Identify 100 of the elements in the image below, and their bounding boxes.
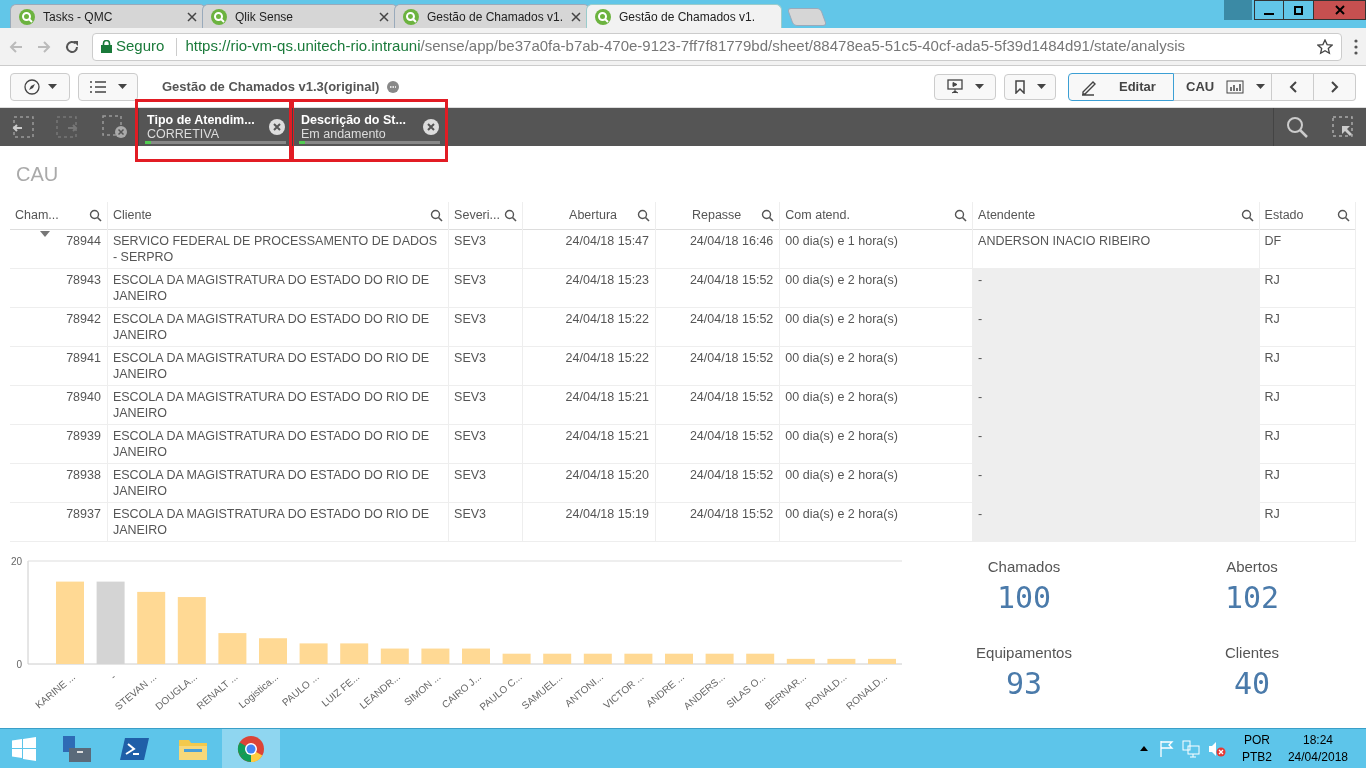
column-header[interactable]: Repasse [661, 205, 758, 225]
table-cell: 24/04/18 15:47 [565, 233, 650, 248]
qlik-icon [211, 8, 227, 25]
next-sheet-button[interactable] [1314, 72, 1356, 101]
minimize-button[interactable] [1254, 0, 1284, 20]
table-cell: ESCOLA DA MAGISTRATURA DO ESTADO DO RIO DE JANEIRO [112, 389, 430, 420]
table-cell: ESCOLA DA MAGISTRATURA DO ESTADO DO RIO DE JANEIRO [112, 350, 430, 381]
column-header[interactable]: Cliente [112, 205, 427, 225]
chrome-icon [237, 734, 265, 763]
windows-icon [12, 736, 36, 761]
table-cell: 78942 [66, 311, 101, 326]
network-icon[interactable] [1181, 739, 1200, 758]
table-cell: 24/04/18 15:52 [689, 467, 774, 482]
table-cell: - [978, 350, 983, 365]
table-cell: SEV3 [454, 233, 487, 248]
table-cell: 24/04/18 15:21 [565, 428, 650, 443]
close-icon[interactable] [571, 11, 581, 22]
clear-icon[interactable] [422, 118, 440, 136]
search-icon[interactable] [503, 208, 517, 222]
selection-field: Tipo de Atendim... [147, 113, 268, 127]
column-header[interactable]: Cham... [15, 205, 85, 225]
step-forward-icon[interactable] [56, 116, 80, 138]
table-cell: SEV3 [454, 467, 487, 482]
column-header[interactable]: Com atend. [785, 205, 951, 225]
show-hidden-icons[interactable] [1139, 746, 1148, 751]
column-header[interactable]: Atendente [978, 205, 1237, 225]
star-icon[interactable] [1317, 38, 1333, 55]
close-icon[interactable] [379, 11, 389, 22]
table-cell: 78944 [66, 233, 101, 248]
table-cell: 24/04/18 15:52 [689, 350, 774, 365]
search-icon[interactable] [1240, 208, 1254, 222]
search-icon[interactable] [954, 208, 968, 222]
table-cell: 78943 [66, 272, 101, 287]
clock-date[interactable]: 24/04/2018 [1287, 748, 1348, 766]
table-cell: 24/04/18 15:52 [689, 389, 774, 404]
keyboard-layout[interactable]: PTB2 [1241, 748, 1272, 766]
table-cell: - [978, 311, 983, 326]
sheet-title: CAU [16, 162, 59, 187]
kpi-value: 93 [1005, 664, 1043, 703]
browser-tab[interactable]: Gestão de Chamados v1. [586, 4, 782, 28]
selection-chip[interactable]: Tipo de Atendim... CORRETIVA [138, 108, 292, 146]
table-cell: 00 dia(s) e 2 hora(s) [785, 272, 898, 287]
search-icon[interactable] [761, 208, 775, 222]
previous-sheet-button[interactable] [1272, 72, 1314, 101]
kpi-value: 40 [1233, 664, 1271, 703]
restore-button[interactable] [1284, 0, 1314, 20]
close-window-button[interactable] [1314, 0, 1366, 20]
forward-icon[interactable] [36, 38, 52, 55]
caret-icon [974, 84, 984, 89]
selection-chip[interactable]: Descrição do St... Em andamento [292, 108, 446, 146]
caret-icon [1256, 84, 1266, 89]
table-cell: - [978, 506, 983, 521]
bookmark-button[interactable] [1004, 73, 1056, 100]
table-cell: - [978, 428, 983, 443]
table-cell: 24/04/18 15:52 [689, 272, 774, 287]
close-icon[interactable] [187, 11, 197, 22]
taskbar-item[interactable] [222, 728, 280, 768]
edit-button[interactable]: Editar [1068, 72, 1174, 101]
table-cell: RJ [1264, 389, 1280, 404]
chevron-right-icon [1330, 80, 1339, 93]
table-cell: 78938 [66, 467, 101, 482]
search-icon[interactable] [1286, 116, 1308, 138]
language-indicator[interactable]: POR [1243, 731, 1270, 749]
axis-label: 20 [10, 556, 22, 567]
table-cell: 00 dia(s) e 1 hora(s) [785, 233, 898, 248]
column-header[interactable]: Estado [1264, 205, 1333, 225]
table-cell: 24/04/18 15:52 [689, 311, 774, 326]
axis-label: 0 [16, 659, 22, 670]
step-back-icon[interactable] [10, 116, 34, 138]
compass-icon [23, 78, 40, 95]
clear-icon[interactable] [268, 118, 286, 136]
clear-selections-icon[interactable] [102, 115, 128, 139]
selection-value: Em andamento [301, 127, 387, 141]
menu-icon[interactable] [1354, 38, 1358, 55]
clock-time[interactable]: 18:24 [1302, 731, 1333, 749]
search-icon[interactable] [637, 208, 651, 222]
caret-icon [1036, 84, 1046, 89]
table-cell: 78940 [66, 389, 101, 404]
table-cell: RJ [1264, 428, 1280, 443]
table-cell: SEV3 [454, 389, 487, 404]
reload-icon[interactable] [64, 38, 80, 55]
table-cell: 00 dia(s) e 2 hora(s) [785, 350, 898, 365]
present-button[interactable] [934, 73, 996, 100]
flag-icon[interactable] [1159, 740, 1174, 757]
navigation-button[interactable] [10, 72, 70, 101]
more-icon[interactable] [387, 80, 400, 93]
search-icon[interactable] [1337, 208, 1350, 222]
search-icon[interactable] [88, 208, 102, 222]
sheets-button[interactable] [78, 72, 138, 101]
selections-tool-icon[interactable] [1332, 116, 1354, 138]
table-cell: 24/04/18 15:52 [689, 428, 774, 443]
address-bar[interactable]: Seguro https://rio-vm-qs.unitech-rio.intrauni/sense/app/be37a0fa-b7ab-470e-9123-7ff7f81779bd/sheet/88478ea5-51c5-40cf-ada5-5f39d1484d91/state/analysis [92, 32, 1342, 61]
sheet-selector[interactable]: CAU [1174, 72, 1272, 101]
column-header[interactable]: Severi... [454, 205, 500, 225]
back-icon[interactable] [8, 38, 24, 55]
search-icon[interactable] [430, 208, 444, 222]
table-cell: 78941 [66, 350, 101, 365]
kpi-label: Clientes [1224, 643, 1280, 663]
column-header[interactable]: Abertura [527, 205, 634, 225]
url-text: https://rio-vm-qs.unitech-rio.intrauni/sense/app/be37a0fa-b7ab-470e-9123-7ff7f81779bd/sheet/88478ea5-51c5-40cf-ada5-5f39d1484d91/state/analysis [185, 36, 1186, 57]
